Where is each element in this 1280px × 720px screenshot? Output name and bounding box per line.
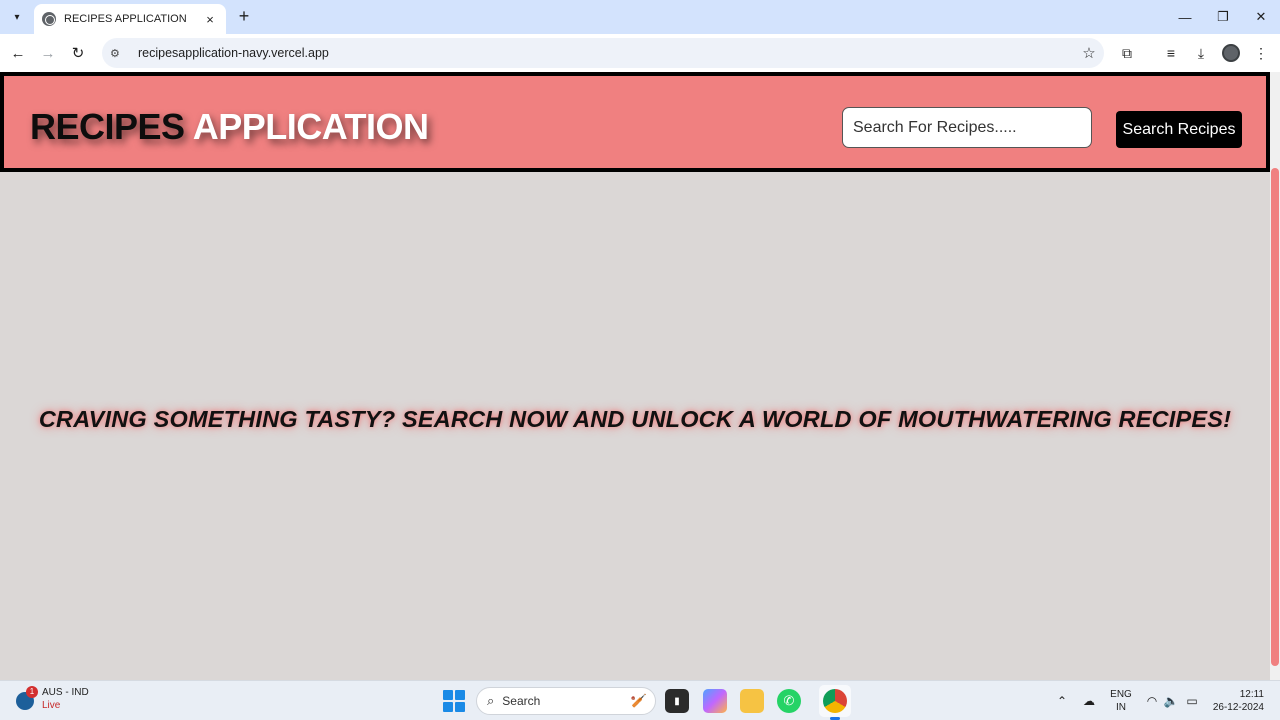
url-text[interactable]: recipesapplication-navy.vercel.app [138, 46, 1074, 60]
browser-tab[interactable]: RECIPES APPLICATION × [34, 4, 226, 34]
profile-icon[interactable] [1220, 42, 1242, 64]
widget-title: AUS - IND [42, 687, 89, 698]
region-code: IN [1116, 702, 1126, 713]
file-explorer-icon[interactable] [740, 689, 764, 713]
close-icon[interactable]: ✕ [1242, 0, 1280, 34]
copilot-icon[interactable] [703, 689, 727, 713]
forward-icon[interactable]: → [37, 42, 59, 64]
news-widget[interactable]: 1 AUS - IND Live [14, 686, 89, 712]
web-page: RECIPES APPLICATION Search Recipes CRAVI… [0, 72, 1270, 680]
app-header: RECIPES APPLICATION Search Recipes [0, 72, 1270, 172]
back-icon[interactable]: ← [7, 42, 29, 64]
app-title: RECIPES APPLICATION [30, 106, 429, 148]
scrollbar-thumb[interactable] [1271, 168, 1279, 666]
tab-list-icon[interactable]: ▾ [6, 6, 28, 28]
taskbar: 1 AUS - IND Live ⌕ Search 🏏 ▮ ✆ ⌃ ☁ ENG … [0, 680, 1280, 720]
wifi-icon[interactable]: ◠ [1144, 689, 1160, 713]
browser-tab-bar: ▾ RECIPES APPLICATION × + — ❐ ✕ [0, 0, 1280, 34]
extensions-icon[interactable]: ⧉ [1116, 42, 1138, 64]
start-icon[interactable] [443, 690, 465, 712]
page-scrollbar[interactable] [1270, 72, 1280, 680]
chrome-icon[interactable] [823, 689, 847, 713]
new-tab-button[interactable]: + [234, 6, 254, 26]
brand-word-recipes: RECIPES [30, 106, 185, 147]
brand-word-application: APPLICATION [192, 106, 429, 147]
search-input[interactable] [842, 107, 1092, 148]
minimize-icon[interactable]: — [1166, 0, 1204, 34]
terminal-icon[interactable]: ▮ [665, 689, 689, 713]
browser-toolbar: ← → ↻ ⚙ recipesapplication-navy.vercel.a… [0, 34, 1280, 72]
chevron-up-icon[interactable]: ⌃ [1054, 689, 1070, 713]
tab-close-icon[interactable]: × [202, 12, 218, 27]
whatsapp-icon[interactable]: ✆ [777, 689, 801, 713]
cricket-icon: 1 [14, 686, 38, 710]
system-clock[interactable]: 12:11 26-12-2024 [1208, 688, 1264, 714]
star-icon[interactable]: ☆ [1074, 44, 1104, 62]
site-settings-icon[interactable]: ⚙ [110, 47, 128, 60]
download-icon[interactable]: ⤓ [1190, 42, 1212, 64]
volume-icon[interactable]: 🔈 [1163, 689, 1179, 713]
tab-title: RECIPES APPLICATION [64, 13, 187, 25]
clock-time: 12:11 [1239, 689, 1264, 700]
menu-icon[interactable]: ⋮ [1250, 42, 1272, 64]
taskbar-search[interactable]: ⌕ Search 🏏 [476, 687, 656, 715]
tagline: CRAVING SOMETHING TASTY? SEARCH NOW AND … [38, 406, 1232, 432]
reload-icon[interactable]: ↻ [67, 42, 89, 64]
address-bar[interactable]: ⚙ recipesapplication-navy.vercel.app ☆ [102, 38, 1104, 68]
widget-status: Live [42, 700, 61, 711]
taskbar-search-label: Search [502, 694, 541, 708]
battery-icon[interactable]: ▭ [1183, 689, 1201, 713]
media-icon[interactable]: ≡ [1160, 42, 1182, 64]
language-code: ENG [1110, 689, 1132, 700]
search-icon: ⌕ [487, 693, 495, 708]
search-recipes-button[interactable]: Search Recipes [1116, 111, 1242, 148]
search-highlight-icon: 🏏 [630, 693, 647, 708]
globe-icon [42, 12, 56, 26]
language-indicator[interactable]: ENG IN [1108, 688, 1134, 714]
widget-badge: 1 [26, 686, 38, 698]
clock-date: 26-12-2024 [1212, 702, 1264, 713]
maximize-icon[interactable]: ❐ [1204, 0, 1242, 34]
onedrive-icon[interactable]: ☁ [1080, 689, 1098, 713]
